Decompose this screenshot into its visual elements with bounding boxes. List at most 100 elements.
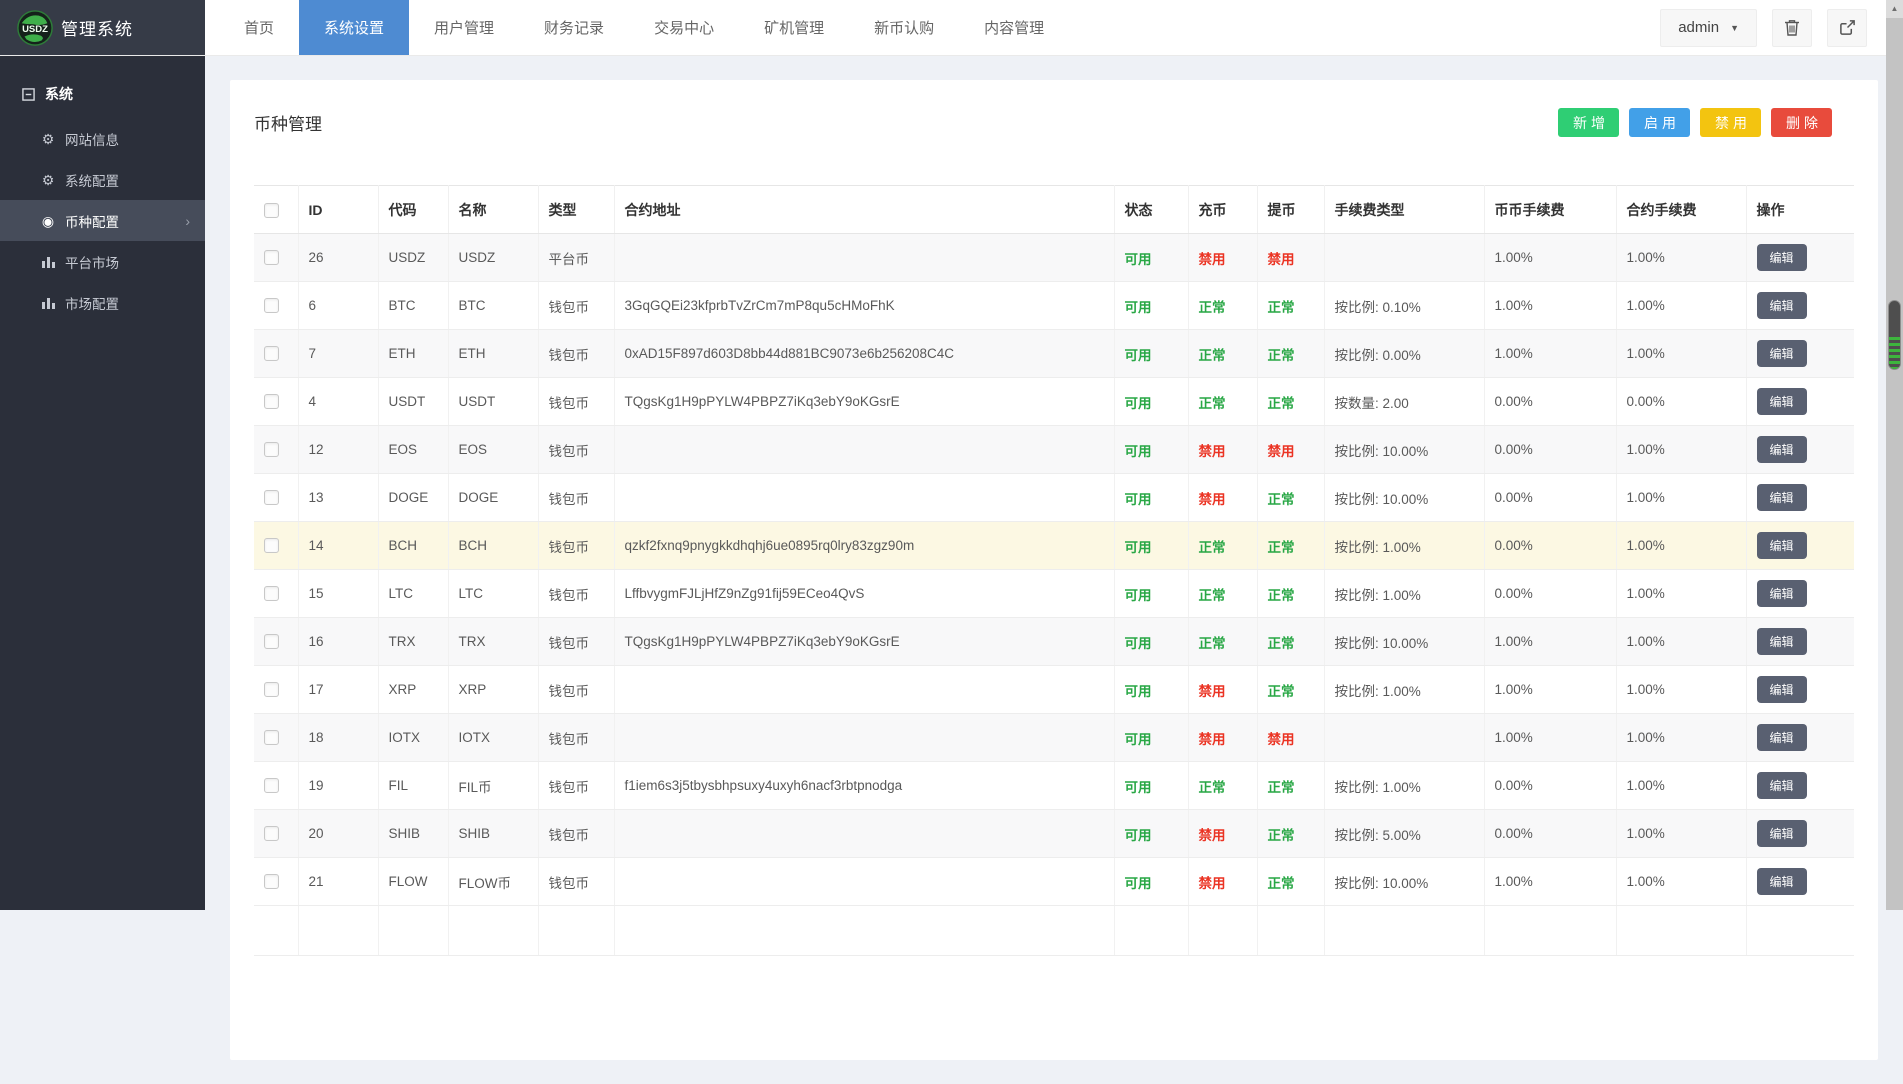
column-header: 名称: [448, 186, 538, 234]
row-checkbox[interactable]: [264, 826, 279, 841]
cell-withdraw: 正常: [1257, 474, 1324, 522]
cell-contract-fee: 1.00%: [1616, 330, 1746, 378]
row-select-cell: [254, 858, 298, 906]
cell-id: 7: [298, 330, 378, 378]
gear-icon: ⚙: [40, 132, 56, 146]
edit-button[interactable]: 编辑: [1757, 676, 1807, 703]
topnav-item-content-management[interactable]: 内容管理: [959, 0, 1069, 55]
edit-button[interactable]: 编辑: [1757, 484, 1807, 511]
cell-address: TQgsKg1H9pPYLW4PBPZ7iKq3ebY9oKGsrE: [614, 378, 1114, 426]
trash-button[interactable]: [1772, 9, 1812, 47]
edit-button[interactable]: 编辑: [1757, 820, 1807, 847]
column-header: 合约手续费: [1616, 186, 1746, 234]
topnav-item-finance-records[interactable]: 财务记录: [519, 0, 629, 55]
cell-fee-type: 按比例: 0.10%: [1324, 282, 1484, 330]
cell-coin-fee: 0.00%: [1484, 570, 1616, 618]
bar-chart-icon: [40, 297, 56, 309]
row-checkbox[interactable]: [264, 298, 279, 313]
topnav-item-trade-center[interactable]: 交易中心: [629, 0, 739, 55]
row-select-cell: [254, 666, 298, 714]
cell-contract-fee: 1.00%: [1616, 234, 1746, 282]
sidebar-item-label: 系统配置: [65, 170, 119, 190]
sidebar-section-system[interactable]: 系统: [0, 56, 205, 118]
topnav-item-miner-management[interactable]: 矿机管理: [739, 0, 849, 55]
row-checkbox[interactable]: [264, 586, 279, 601]
row-select-cell: [254, 330, 298, 378]
vertical-scrollbar[interactable]: ▲: [1886, 0, 1903, 910]
topnav-item-user-management[interactable]: 用户管理: [409, 0, 519, 55]
cell-deposit: 正常: [1188, 570, 1257, 618]
disable-button[interactable]: 禁用: [1700, 108, 1761, 137]
row-checkbox[interactable]: [264, 346, 279, 361]
edit-button[interactable]: 编辑: [1757, 436, 1807, 463]
add-button[interactable]: 新增: [1558, 108, 1619, 137]
cell-address: [614, 810, 1114, 858]
sidebar-item-market-config[interactable]: 市场配置›: [0, 282, 205, 323]
topnav-item-home[interactable]: 首页: [219, 0, 299, 55]
topnav-item-new-coin-subscription[interactable]: 新币认购: [849, 0, 959, 55]
cell-contract-fee: 1.00%: [1616, 810, 1746, 858]
row-checkbox[interactable]: [264, 874, 279, 889]
cell-fee-type: [1324, 714, 1484, 762]
cell-withdraw: 禁用: [1257, 426, 1324, 474]
edit-button[interactable]: 编辑: [1757, 244, 1807, 271]
edit-button[interactable]: 编辑: [1757, 292, 1807, 319]
row-checkbox[interactable]: [264, 778, 279, 793]
delete-button[interactable]: 删除: [1771, 108, 1832, 137]
sidebar-item-website-info[interactable]: ⚙网站信息›: [0, 118, 205, 159]
cell-fee-type: 按比例: 1.00%: [1324, 762, 1484, 810]
edit-button[interactable]: 编辑: [1757, 628, 1807, 655]
row-checkbox[interactable]: [264, 538, 279, 553]
edit-button[interactable]: 编辑: [1757, 532, 1807, 559]
cell-coin-fee: 0.00%: [1484, 522, 1616, 570]
admin-dropdown[interactable]: admin ▼: [1660, 9, 1757, 47]
edit-button[interactable]: 编辑: [1757, 340, 1807, 367]
cell-actions: 编辑: [1746, 474, 1854, 522]
cell-id: 20: [298, 810, 378, 858]
row-checkbox[interactable]: [264, 442, 279, 457]
sidebar-item-coin-config[interactable]: ◉币种配置›: [0, 200, 205, 241]
row-checkbox[interactable]: [264, 490, 279, 505]
cell-withdraw: 正常: [1257, 282, 1324, 330]
dot-circle-icon: ◉: [40, 214, 56, 228]
scrollbar-up-arrow[interactable]: ▲: [1886, 0, 1903, 18]
cell-address: [614, 714, 1114, 762]
cell-deposit: 禁用: [1188, 714, 1257, 762]
enable-button[interactable]: 启用: [1629, 108, 1690, 137]
bar-chart-icon: [40, 256, 56, 268]
cell-actions: 编辑: [1746, 282, 1854, 330]
row-checkbox[interactable]: [264, 634, 279, 649]
scrollbar-thumb[interactable]: [1888, 300, 1901, 370]
cell-address: f1iem6s3j5tbysbhpsuxy4uxyh6nacf3rbtpnodg…: [614, 762, 1114, 810]
cell-type: 钱包币: [538, 474, 614, 522]
row-checkbox[interactable]: [264, 250, 279, 265]
scrollbar-thumb-stripes: [1889, 337, 1900, 369]
cell-code: BTC: [378, 282, 448, 330]
select-all-checkbox[interactable]: [264, 203, 279, 218]
edit-button[interactable]: 编辑: [1757, 580, 1807, 607]
sidebar-item-platform-market[interactable]: 平台市场›: [0, 241, 205, 282]
content-card: 币种管理 新增启用禁用删除 ID代码名称类型合约地址状态充币提币手续费类型币币手…: [230, 80, 1878, 1060]
cell-status: 可用: [1114, 474, 1188, 522]
edit-button[interactable]: 编辑: [1757, 772, 1807, 799]
table-row: 14BCHBCH钱包币qzkf2fxnq9pnygkkdhqhj6ue0895r…: [254, 522, 1854, 570]
edit-button[interactable]: 编辑: [1757, 724, 1807, 751]
row-select-cell: [254, 570, 298, 618]
cell-contract-fee: 1.00%: [1616, 618, 1746, 666]
edit-button[interactable]: 编辑: [1757, 868, 1807, 895]
edit-button[interactable]: 编辑: [1757, 388, 1807, 415]
topnav-item-system-settings[interactable]: 系统设置: [299, 0, 409, 55]
cell-name: USDZ: [448, 234, 538, 282]
sidebar-item-system-config[interactable]: ⚙系统配置›: [0, 159, 205, 200]
row-checkbox[interactable]: [264, 394, 279, 409]
logout-button[interactable]: [1827, 9, 1867, 47]
cell-actions: 编辑: [1746, 234, 1854, 282]
row-checkbox[interactable]: [264, 730, 279, 745]
cell-deposit: 禁用: [1188, 858, 1257, 906]
row-select-cell: [254, 474, 298, 522]
cell-status: 可用: [1114, 762, 1188, 810]
row-checkbox[interactable]: [264, 682, 279, 697]
cell-fee-type: 按比例: 5.00%: [1324, 810, 1484, 858]
cell-contract-fee: 1.00%: [1616, 666, 1746, 714]
column-header: 提币: [1257, 186, 1324, 234]
